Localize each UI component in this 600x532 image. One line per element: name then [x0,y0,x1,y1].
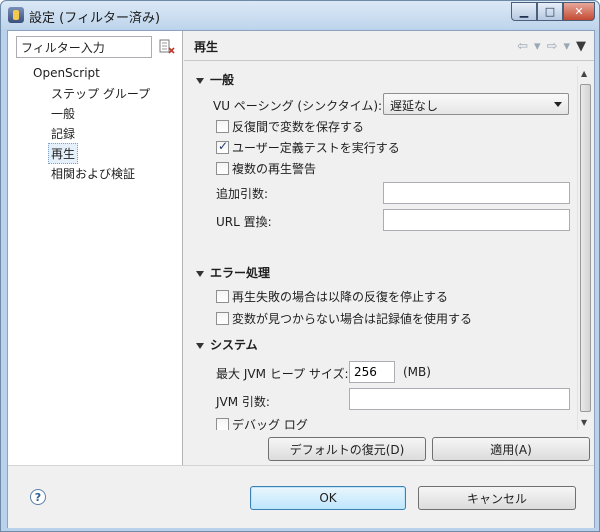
section-general[interactable]: 一般 [196,71,234,88]
forward-icon[interactable]: ⇨ [547,39,558,54]
checkbox-box [216,120,229,133]
chevron-down-icon [554,102,562,107]
apply-button[interactable]: 適用(A) [432,437,590,461]
preferences-window: 設定 (フィルター済み) ▁ □ ✕ OpenScript ステップ グループ … [0,0,600,532]
minimize-button[interactable]: ▁ [511,2,537,21]
app-icon [8,7,24,23]
window-title: 設定 (フィルター済み) [29,11,161,26]
cancel-button[interactable]: キャンセル [418,486,576,510]
scroll-down-icon[interactable]: ▼ [581,418,587,427]
tree-item-record[interactable]: 記録 [49,124,77,143]
debug-log-checkbox[interactable]: デバッグ ログ [216,416,308,430]
title-bar[interactable]: 設定 (フィルター済み) ▁ □ ✕ [1,1,599,29]
page-header: 再生 ⇦ ▾ ⇨ ▾ ▼ [184,31,594,61]
tree-item-openscript[interactable]: OpenScript [31,65,102,81]
section-error-handling[interactable]: エラー処理 [196,264,270,281]
extra-args-label: 追加引数: [216,187,269,201]
vu-pacing-value: 遅延なし [390,99,439,113]
restore-defaults-button[interactable]: デフォルトの復元(D) [268,437,426,461]
url-replace-label: URL 置換: [216,215,272,229]
back-menu-icon[interactable]: ▾ [534,39,541,54]
checkbox-label: 変数が見つからない場合は記録値を使用する [232,312,473,326]
tree-item-playback[interactable]: 再生 [48,143,79,164]
scrollbar-thumb[interactable] [580,84,591,412]
multiple-warnings-checkbox[interactable]: 複数の再生警告 [216,160,316,177]
jvm-args-input[interactable] [349,388,570,410]
checkbox-label: 複数の再生警告 [232,162,317,176]
tree-item-general[interactable]: 一般 [49,104,77,123]
section-general-title: 一般 [210,73,235,87]
vu-pacing-label: VU ペーシング (シンクタイム): [213,99,383,113]
extra-args-input[interactable] [383,182,570,204]
vertical-scrollbar[interactable]: ▲ ▼ [577,66,592,430]
checkbox-box [216,312,229,325]
section-system[interactable]: システム [196,336,258,353]
section-errors-title: エラー処理 [210,266,271,280]
jvm-args-label: JVM 引数: [216,395,270,409]
checkbox-box [216,139,229,154]
run-user-tests-checkbox[interactable]: ユーザー定義テストを実行する [216,139,400,156]
section-system-title: システム [210,338,258,352]
collapse-icon [196,270,204,277]
forward-menu-icon[interactable]: ▾ [563,39,570,54]
dialog-client: OpenScript ステップ グループ 一般 記録 再生 相関および検証 再生… [7,30,595,528]
tree-item-correlation-validation[interactable]: 相関および検証 [49,164,137,183]
checkbox-label: デバッグ ログ [232,418,308,430]
save-variables-checkbox[interactable]: 反復間で変数を保存する [216,118,364,135]
ok-button[interactable]: OK [250,486,406,510]
checkbox-label: ユーザー定義テストを実行する [232,141,400,155]
scroll-up-icon[interactable]: ▲ [581,69,587,78]
url-replace-input[interactable] [383,209,570,231]
vu-pacing-select[interactable]: 遅延なし [383,93,569,115]
clear-filter-icon[interactable] [159,39,175,55]
checkbox-box [216,418,229,430]
page-navigation: ⇦ ▾ ⇨ ▾ ▼ [517,39,586,54]
stop-on-failure-checkbox[interactable]: 再生失敗の場合は以降の反復を停止する [216,288,448,305]
checkbox-label: 反復間で変数を保存する [232,120,365,134]
maximize-button[interactable]: □ [537,2,563,21]
navigation-pane: OpenScript ステップ グループ 一般 記録 再生 相関および検証 [8,31,183,465]
tree-item-step-groups[interactable]: ステップ グループ [49,84,152,103]
jvm-heap-label: 最大 JVM ヒープ サイズ: [216,367,349,381]
page-title: 再生 [194,40,219,54]
use-recorded-value-checkbox[interactable]: 変数が見つからない場合は記録値を使用する [216,310,472,327]
button-bar: ? OK キャンセル [8,465,594,528]
close-button[interactable]: ✕ [563,2,595,21]
filter-input[interactable] [16,36,152,58]
preference-page: 再生 ⇦ ▾ ⇨ ▾ ▼ 一般 VU ペーシング (シンクタイム): 遅延なし [184,31,594,465]
settings-scroll-area: 一般 VU ペーシング (シンクタイム): 遅延なし 反復間で変数を保存する ユ… [184,66,594,430]
checkbox-box [216,162,229,175]
help-icon[interactable]: ? [30,489,46,505]
collapse-icon [196,342,204,349]
jvm-heap-input[interactable] [349,361,395,383]
back-icon[interactable]: ⇦ [517,39,528,54]
collapse-icon [196,77,204,84]
view-menu-icon[interactable]: ▼ [576,39,586,54]
checkbox-label: 再生失敗の場合は以降の反復を停止する [232,290,449,304]
jvm-heap-unit: (MB) [403,365,431,379]
checkbox-box [216,290,229,303]
